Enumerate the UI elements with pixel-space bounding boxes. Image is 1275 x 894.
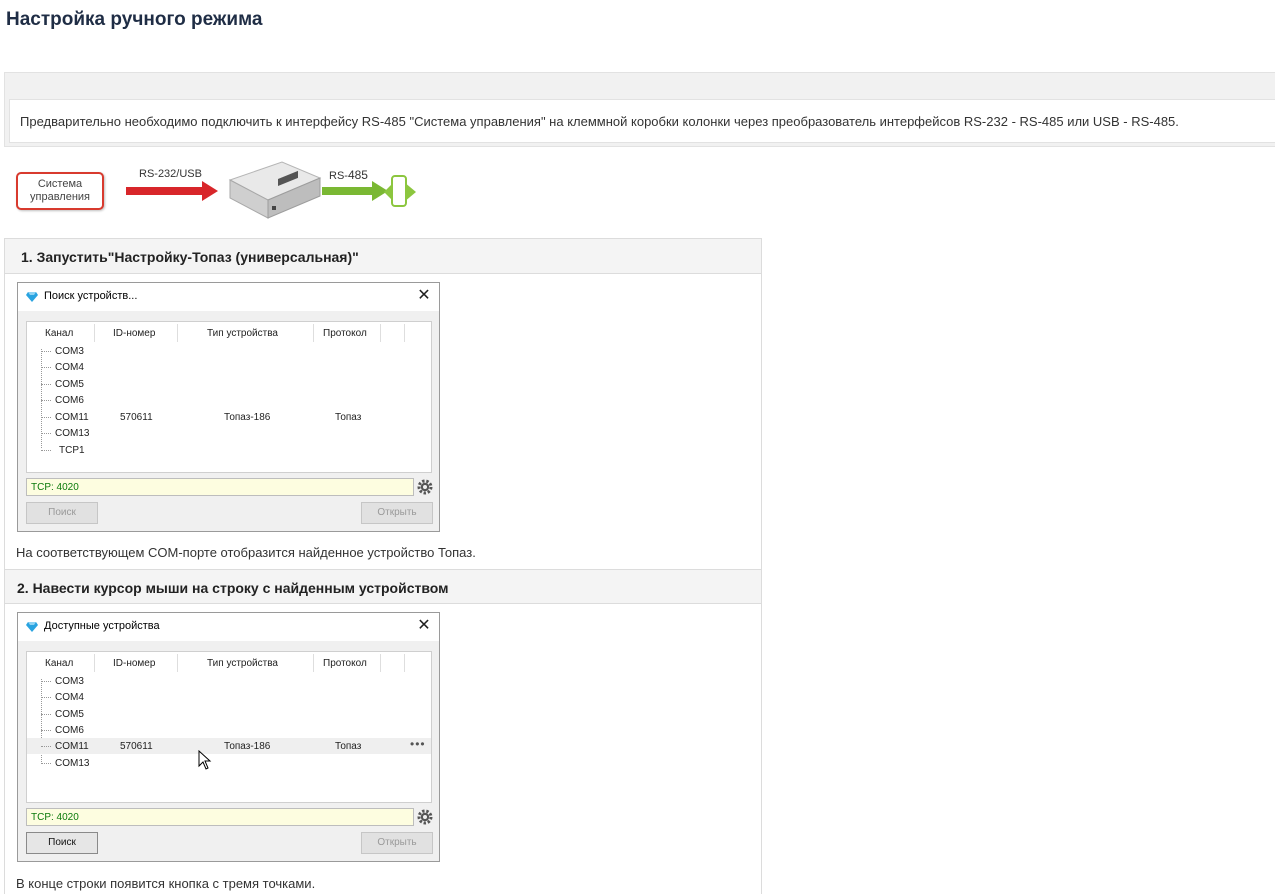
table-row[interactable]: COM13 bbox=[27, 425, 431, 441]
cell-channel: COM6 bbox=[55, 395, 84, 406]
column-id[interactable]: ID-номер bbox=[113, 658, 155, 669]
cell-device-type: Топаз-186 bbox=[224, 412, 271, 423]
column-protocol[interactable]: Протокол bbox=[323, 328, 367, 339]
table-row[interactable]: TCP1 bbox=[27, 442, 431, 458]
available-devices-dialog: Доступные устройства ✕ Канал ID-номер Ти… bbox=[17, 612, 440, 862]
cell-channel: COM13 bbox=[55, 428, 90, 439]
close-icon[interactable]: ✕ bbox=[415, 287, 433, 305]
step-1-heading: 1. Запустить"Настройку-Топаз (универсаль… bbox=[5, 239, 761, 274]
column-protocol[interactable]: Протокол bbox=[323, 658, 367, 669]
open-button[interactable]: Открыть bbox=[361, 502, 433, 524]
column-device-type[interactable]: Тип устройства bbox=[207, 328, 278, 339]
column-separator bbox=[380, 324, 381, 342]
cell-protocol: Топаз bbox=[335, 412, 362, 423]
table-row[interactable]: COM5 bbox=[27, 706, 431, 722]
mouse-cursor-icon bbox=[198, 750, 212, 770]
column-separator bbox=[94, 654, 95, 672]
column-device-type[interactable]: Тип устройства bbox=[207, 658, 278, 669]
page-title: Настройка ручного режима bbox=[6, 9, 263, 30]
column-separator bbox=[380, 654, 381, 672]
table-row[interactable]: COM4 bbox=[27, 689, 431, 705]
dialog-titlebar: Доступные устройства ✕ bbox=[18, 613, 439, 641]
table-row[interactable]: COM13 bbox=[27, 755, 431, 771]
column-separator bbox=[313, 324, 314, 342]
interface-converter-icon bbox=[228, 161, 322, 219]
topaz-diamond-icon bbox=[26, 622, 38, 632]
tcp-port-field[interactable]: TCP: 4020 bbox=[26, 808, 414, 826]
search-button[interactable]: Поиск bbox=[26, 502, 98, 524]
column-channel[interactable]: Канал bbox=[45, 658, 73, 669]
tcp-port-field[interactable]: TCP: 4020 bbox=[26, 478, 414, 496]
column-separator bbox=[94, 324, 95, 342]
notice-text: Предварительно необходимо подключить к и… bbox=[20, 114, 1179, 129]
gear-icon[interactable] bbox=[416, 808, 434, 826]
green-arrow-icon bbox=[322, 181, 388, 201]
search-button[interactable]: Поиск bbox=[26, 832, 98, 854]
cell-channel: COM11 bbox=[55, 412, 89, 423]
column-separator bbox=[177, 324, 178, 342]
fuel-dispenser-icon bbox=[384, 175, 416, 207]
table-row[interactable]: COM6 bbox=[27, 392, 431, 408]
open-button[interactable]: Открыть bbox=[361, 832, 433, 854]
table-row[interactable]: COM4 bbox=[27, 359, 431, 375]
control-system-box: Система управления bbox=[16, 172, 104, 210]
cell-channel: COM13 bbox=[55, 758, 90, 769]
device-list[interactable]: Канал ID-номер Тип устройства Протокол C… bbox=[26, 651, 432, 803]
cell-channel: COM6 bbox=[55, 725, 84, 736]
dialog-title: Поиск устройств... bbox=[44, 290, 138, 302]
rs485-label: RS-485 bbox=[329, 168, 368, 182]
table-row[interactable]: COM11 570611 Топаз-186 Топаз bbox=[27, 409, 431, 425]
cell-channel: COM3 bbox=[55, 346, 84, 357]
red-arrow-icon bbox=[126, 181, 218, 201]
column-separator bbox=[404, 654, 405, 672]
cell-channel: COM11 bbox=[55, 741, 89, 752]
cell-channel: TCP1 bbox=[59, 445, 85, 456]
search-devices-dialog: Поиск устройств... ✕ Канал ID-номер Тип … bbox=[17, 282, 440, 532]
cell-device-type: Топаз-186 bbox=[224, 741, 271, 752]
table-row[interactable]: COM5 bbox=[27, 376, 431, 392]
rs232-usb-label: RS-232/USB bbox=[139, 168, 202, 180]
step-2-caption: В конце строки появится кнопка с тремя т… bbox=[16, 876, 316, 891]
step-1-caption: На соответствующем COM-порте отобразится… bbox=[16, 545, 476, 560]
column-channel[interactable]: Канал bbox=[45, 328, 73, 339]
cell-id: 570611 bbox=[120, 412, 153, 423]
notice-header-bar bbox=[4, 72, 1275, 100]
table-row[interactable]: COM6 bbox=[27, 722, 431, 738]
cell-id: 570611 bbox=[120, 741, 153, 752]
cell-channel: COM5 bbox=[55, 379, 84, 390]
cell-protocol: Топаз bbox=[335, 741, 362, 752]
table-row[interactable]: COM3 bbox=[27, 673, 431, 689]
more-options-button[interactable]: ••• bbox=[410, 737, 426, 751]
cell-channel: COM4 bbox=[55, 692, 84, 703]
gear-icon[interactable] bbox=[416, 478, 434, 496]
steps-panel: 1. Запустить"Настройку-Топаз (универсаль… bbox=[4, 238, 762, 894]
dialog-title: Доступные устройства bbox=[44, 620, 160, 632]
rs485-number: 485 bbox=[347, 168, 368, 182]
column-separator bbox=[404, 324, 405, 342]
cell-channel: COM4 bbox=[55, 362, 84, 373]
column-separator bbox=[177, 654, 178, 672]
step-2-heading: 2. Навести курсор мыши на строку с найде… bbox=[5, 569, 761, 604]
cell-channel: COM3 bbox=[55, 676, 84, 687]
close-icon[interactable]: ✕ bbox=[415, 617, 433, 635]
cell-channel: COM5 bbox=[55, 709, 84, 720]
column-separator bbox=[313, 654, 314, 672]
table-row[interactable]: COM3 bbox=[27, 343, 431, 359]
dialog-titlebar: Поиск устройств... ✕ bbox=[18, 283, 439, 311]
column-id[interactable]: ID-номер bbox=[113, 328, 155, 339]
topaz-diamond-icon bbox=[26, 292, 38, 302]
table-row-hovered[interactable]: COM11 570611 Топаз-186 Топаз ••• bbox=[27, 737, 431, 754]
device-list[interactable]: Канал ID-номер Тип устройства Протокол C… bbox=[26, 321, 432, 473]
